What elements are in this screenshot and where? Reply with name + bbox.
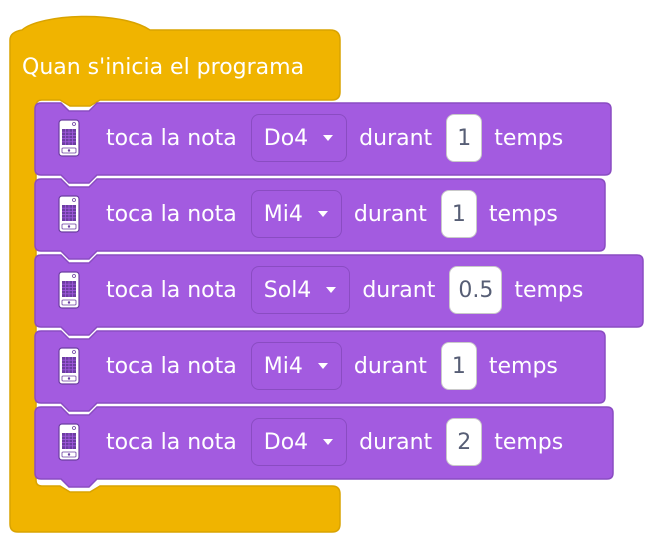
beats-input[interactable]: 1: [440, 190, 477, 238]
microbit-device-icon: [58, 195, 80, 233]
note-dropdown-value: Do4: [263, 429, 309, 455]
beats-unit-label: temps: [488, 201, 558, 227]
microbit-device-icon: [58, 271, 80, 309]
note-dropdown[interactable]: Do4: [250, 114, 348, 162]
duration-label: durant: [353, 353, 427, 379]
play-note-block[interactable]: toca la nota Mi4 durant 1 temps: [34, 178, 606, 260]
beats-input[interactable]: 1: [440, 342, 477, 390]
dropdown-arrow-icon: [323, 135, 334, 141]
block-content: toca la nota Do4 durant 1 temps: [34, 102, 634, 174]
dropdown-arrow-icon: [323, 439, 334, 445]
dropdown-arrow-icon: [317, 363, 328, 369]
hat-block-label: Quan s'inicia el programa: [22, 55, 305, 80]
microbit-device-icon: [58, 347, 80, 385]
block-content: toca la nota Mi4 durant 1 temps: [34, 330, 628, 402]
note-dropdown-value: Mi4: [263, 353, 303, 379]
play-note-label: toca la nota: [106, 125, 237, 151]
dropdown-arrow-icon: [326, 287, 337, 293]
play-note-block[interactable]: toca la nota Do4 durant 2 temps: [34, 406, 614, 488]
duration-label: durant: [362, 277, 436, 303]
play-note-label: toca la nota: [106, 201, 237, 227]
block-content: toca la nota Mi4 durant 1 temps: [34, 178, 628, 250]
beats-unit-label: temps: [494, 125, 564, 151]
beats-input[interactable]: 1: [446, 114, 483, 162]
beats-unit-label: temps: [494, 429, 564, 455]
dropdown-arrow-icon: [317, 211, 328, 217]
note-dropdown-value: Sol4: [263, 277, 312, 303]
microbit-device-icon: [58, 119, 80, 157]
play-note-label: toca la nota: [106, 277, 237, 303]
note-dropdown-value: Do4: [263, 125, 309, 151]
note-dropdown[interactable]: Sol4: [250, 266, 351, 314]
beats-unit-label: temps: [514, 277, 584, 303]
block-content: toca la nota Sol4 durant 0.5 temps: [34, 254, 650, 326]
play-note-block[interactable]: toca la nota Do4 durant 1 temps: [34, 102, 612, 184]
play-note-label: toca la nota: [106, 353, 237, 379]
note-dropdown[interactable]: Mi4: [250, 190, 342, 238]
microbit-device-icon: [58, 423, 80, 461]
beats-unit-label: temps: [488, 353, 558, 379]
play-note-block[interactable]: toca la nota Sol4 durant 0.5 temps: [34, 254, 644, 336]
note-dropdown[interactable]: Do4: [250, 418, 348, 466]
script-canvas: Quan s'inicia el programa toca la nota Do…: [0, 0, 650, 539]
note-dropdown[interactable]: Mi4: [250, 342, 342, 390]
beats-input[interactable]: 2: [446, 418, 483, 466]
note-dropdown-value: Mi4: [263, 201, 303, 227]
play-note-block[interactable]: toca la nota Mi4 durant 1 temps: [34, 330, 606, 412]
block-content: toca la nota Do4 durant 2 temps: [34, 406, 636, 478]
duration-label: durant: [353, 201, 427, 227]
duration-label: durant: [359, 429, 433, 455]
duration-label: durant: [359, 125, 433, 151]
play-note-label: toca la nota: [106, 429, 237, 455]
beats-input[interactable]: 0.5: [449, 266, 503, 314]
